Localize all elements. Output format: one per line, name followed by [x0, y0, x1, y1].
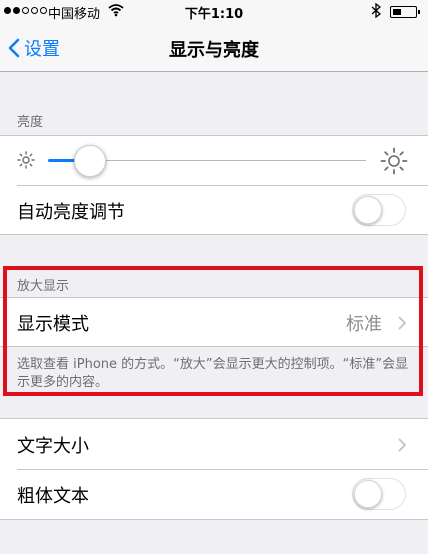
slider-thumb[interactable]	[73, 145, 106, 177]
chevron-right-icon	[398, 438, 406, 452]
highlight-frame	[3, 266, 423, 396]
brightness-section-header: 亮度	[17, 115, 44, 130]
toggle-knob	[354, 196, 382, 224]
toggle-knob	[354, 480, 382, 508]
bluetooth-icon	[371, 3, 382, 18]
brightness-slider[interactable]	[48, 145, 366, 177]
brightness-low-icon	[17, 151, 35, 169]
clock-time: 下午1:10	[184, 7, 244, 22]
bold-text-label: 粗体文本	[17, 486, 89, 507]
battery-icon	[390, 6, 417, 18]
bold-text-row: 粗体文本	[0, 470, 428, 519]
page-title: 显示与亮度	[169, 40, 259, 61]
slider-track	[89, 160, 366, 161]
auto-brightness-toggle[interactable]	[352, 194, 406, 226]
auto-brightness-label: 自动亮度调节	[17, 202, 125, 223]
text-size-row[interactable]: 文字大小	[0, 419, 428, 469]
bold-text-toggle[interactable]	[352, 478, 406, 510]
brightness-group: 自动亮度调节	[0, 135, 428, 235]
battery-cap	[418, 10, 420, 14]
text-size-label: 文字大小	[17, 436, 89, 457]
auto-brightness-row: 自动亮度调节	[0, 186, 428, 235]
status-bar: 中国移动 下午1:10	[0, 0, 428, 24]
text-group: 文字大小 粗体文本	[0, 418, 428, 520]
brightness-high-icon	[380, 147, 408, 175]
